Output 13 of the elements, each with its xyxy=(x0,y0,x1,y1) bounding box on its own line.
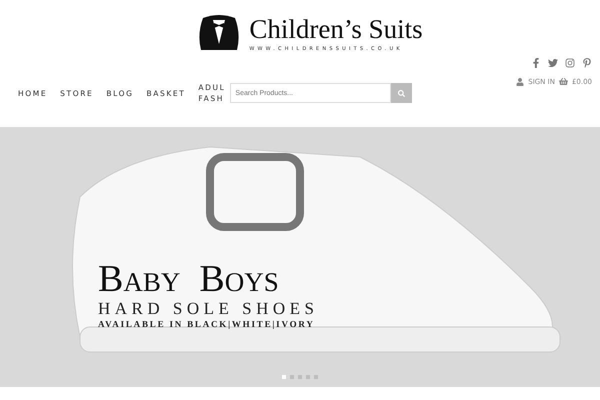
instagram-icon[interactable] xyxy=(565,58,575,68)
user-icon xyxy=(516,78,524,86)
banner-note: AVAILABLE IN BLACK|WHITE|IVORY xyxy=(98,319,315,329)
tuxedo-logo-icon xyxy=(197,14,242,52)
pinterest-icon[interactable] xyxy=(582,58,592,68)
search-icon xyxy=(398,90,406,96)
banner-headline: Baby Boys xyxy=(98,259,279,299)
search-button[interactable] xyxy=(391,83,412,103)
banner-subtitle: HARD SOLE SHOES xyxy=(98,299,319,319)
logo-name: Children’s Suits xyxy=(249,14,423,44)
basket-icon[interactable] xyxy=(558,77,568,86)
facebook-icon[interactable] xyxy=(531,58,541,68)
twitter-icon[interactable] xyxy=(548,58,558,68)
